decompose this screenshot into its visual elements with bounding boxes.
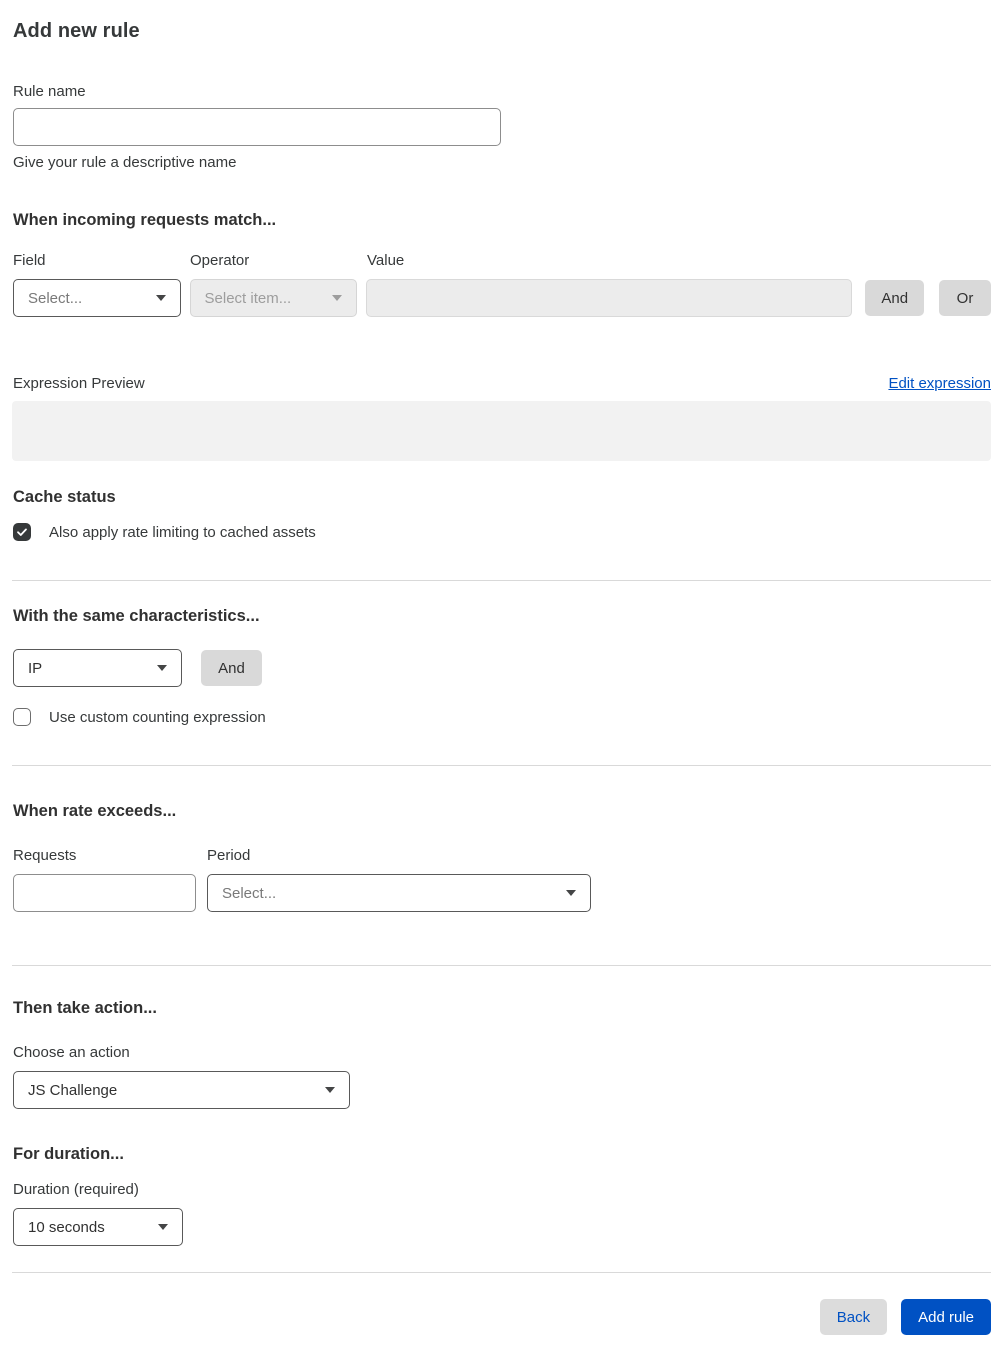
action-heading: Then take action...	[13, 999, 157, 1017]
operator-label: Operator	[190, 252, 250, 269]
add-rule-button[interactable]: Add rule	[901, 1299, 991, 1335]
section-divider	[12, 765, 991, 766]
cache-status-heading: Cache status	[13, 488, 116, 506]
field-label: Field	[13, 252, 46, 269]
action-select[interactable]: JS Challenge	[13, 1071, 350, 1109]
field-select[interactable]: Select...	[13, 279, 181, 317]
rate-controls-row: Select...	[13, 874, 991, 912]
operator-select: Select item...	[189, 279, 358, 317]
duration-label: Duration (required)	[13, 1181, 139, 1198]
period-label: Period	[207, 847, 251, 864]
expression-preview-box	[12, 401, 991, 461]
or-button[interactable]: Or	[939, 280, 991, 316]
chevron-down-icon	[566, 890, 576, 896]
rate-labels-row: Requests Period	[13, 847, 991, 864]
section-divider	[12, 580, 991, 581]
rule-name-helper: Give your rule a descriptive name	[13, 154, 237, 171]
section-divider	[12, 965, 991, 966]
back-button[interactable]: Back	[819, 1299, 888, 1335]
chevron-down-icon	[157, 665, 167, 671]
period-select[interactable]: Select...	[207, 874, 591, 912]
footer-divider	[12, 1272, 991, 1273]
expression-preview-row: Expression Preview Edit expression	[13, 375, 991, 392]
chevron-down-icon	[158, 1224, 168, 1230]
check-icon	[17, 528, 27, 536]
match-controls-row: Select... Select item... And Or	[13, 279, 991, 317]
requests-input[interactable]	[13, 874, 196, 912]
action-select-value: JS Challenge	[28, 1081, 118, 1099]
counting-expression-checkbox-label: Use custom counting expression	[49, 708, 266, 726]
characteristics-heading: With the same characteristics...	[13, 607, 260, 625]
characteristics-select-value: IP	[28, 659, 43, 677]
characteristics-and-button[interactable]: And	[201, 650, 262, 686]
match-section-heading: When incoming requests match...	[13, 211, 277, 229]
duration-heading: For duration...	[13, 1145, 124, 1163]
rule-name-label: Rule name	[13, 83, 86, 100]
duration-select[interactable]: 10 seconds	[13, 1208, 183, 1246]
cached-assets-checkbox-label: Also apply rate limiting to cached asset…	[49, 523, 316, 541]
duration-select-value: 10 seconds	[28, 1218, 105, 1236]
cached-assets-checkbox[interactable]	[13, 523, 31, 541]
choose-action-label: Choose an action	[13, 1044, 130, 1061]
counting-expression-checkbox[interactable]	[13, 708, 31, 726]
period-select-value: Select...	[222, 884, 277, 902]
chevron-down-icon	[155, 295, 166, 301]
characteristics-select[interactable]: IP	[13, 649, 182, 687]
requests-label: Requests	[13, 847, 77, 864]
counting-expression-checkbox-row: Use custom counting expression	[13, 708, 991, 726]
characteristics-row: IP And	[13, 649, 991, 687]
and-button[interactable]: And	[865, 280, 924, 316]
cache-status-checkbox-row: Also apply rate limiting to cached asset…	[13, 523, 991, 541]
add-rule-form: Add new rule Rule name Give your rule a …	[0, 0, 1002, 1349]
chevron-down-icon	[332, 295, 343, 301]
page-title: Add new rule	[13, 20, 140, 42]
footer-actions: Back Add rule	[13, 1299, 991, 1335]
rule-name-input[interactable]	[13, 108, 501, 146]
expression-preview-label: Expression Preview	[13, 375, 145, 392]
operator-select-value: Select item...	[204, 289, 292, 307]
edit-expression-link[interactable]: Edit expression	[888, 375, 991, 392]
field-select-value: Select...	[28, 289, 83, 307]
value-label: Value	[367, 252, 405, 269]
match-labels-row: Field Operator Value	[13, 252, 991, 269]
value-input	[366, 279, 853, 317]
rate-heading: When rate exceeds...	[13, 802, 177, 820]
chevron-down-icon	[325, 1087, 335, 1093]
